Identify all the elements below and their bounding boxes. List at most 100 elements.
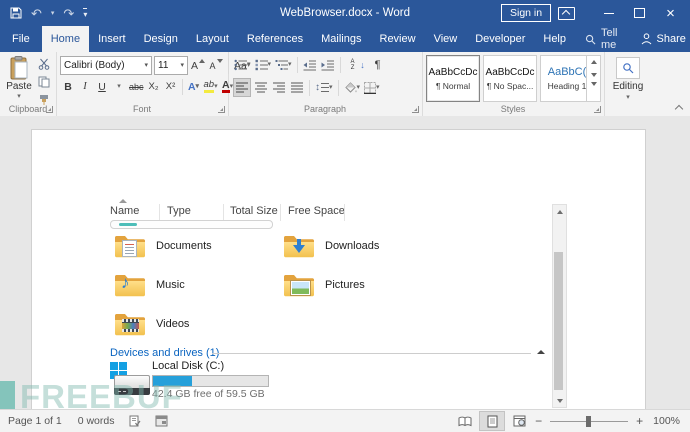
tab-references[interactable]: References [238,26,312,52]
justify-button[interactable] [289,79,305,96]
zoom-slider[interactable] [550,415,629,427]
save-icon[interactable] [10,7,22,19]
web-layout-button[interactable] [507,412,531,430]
italic-button[interactable]: I [77,78,93,95]
column-header-type[interactable]: Type [167,205,191,217]
undo-icon[interactable]: ↶ [31,7,42,20]
column-header-total-size[interactable]: Total Size [230,205,278,217]
bullets-button[interactable]: ▾ [233,56,252,73]
zoom-level[interactable]: 100% [653,415,680,427]
tab-mailings[interactable]: Mailings [312,26,370,52]
font-dialog-launcher-icon[interactable] [218,106,225,113]
superscript-button[interactable]: X² [163,78,179,95]
shading-button[interactable]: ▾ [343,79,362,96]
group-editing: Editing ▾ [604,52,652,116]
underline-button[interactable]: U [94,78,110,95]
styles-gallery-scroll [586,55,601,102]
multilevel-list-button[interactable]: ▾ [274,56,293,73]
collapse-ribbon-icon[interactable] [675,103,683,111]
freebuf-watermark: FREEBUF [0,380,183,410]
highlight-color-button[interactable]: ab ▾ [203,78,219,95]
list-item-pictures[interactable]: Pictures [283,272,365,298]
align-left-button[interactable] [233,78,251,97]
share-button[interactable]: Share [628,26,690,52]
tab-insert[interactable]: Insert [89,26,135,52]
grow-font-button[interactable]: A [190,57,206,74]
style-no-spacing[interactable]: AaBbCcDc ¶ No Spac... [483,55,537,102]
column-header-free-space[interactable]: Free Space [288,205,345,217]
caret-down-icon [216,59,223,63]
list-item-downloads[interactable]: Downloads [283,233,379,259]
paragraph-dialog-launcher-icon[interactable] [412,106,419,113]
increase-indent-button[interactable] [320,56,336,73]
bold-button[interactable]: B [60,78,76,95]
minimize-button[interactable] [593,0,624,26]
tab-home[interactable]: Home [41,26,90,52]
tab-review[interactable]: Review [371,26,425,52]
undo-dropdown-icon[interactable]: ▾ [51,10,55,17]
copy-icon[interactable] [38,76,50,88]
strikethrough-button[interactable]: abc [128,78,145,95]
shrink-font-button[interactable]: A [208,57,224,74]
tab-file[interactable]: File [0,26,42,52]
text-effects-button[interactable]: A ▾ [186,78,202,95]
borders-button[interactable]: ▾ [363,79,381,96]
local-disk-label[interactable]: Local Disk (C:) [152,360,224,372]
page-indicator[interactable]: Page 1 of 1 [8,415,62,427]
font-size-combo[interactable]: 11 ▾ [154,56,188,75]
styles-more-icon[interactable] [590,81,597,97]
zoom-in-button[interactable]: + [636,414,643,428]
tell-me-box[interactable]: Tell me [575,26,628,52]
section-header-devices[interactable]: Devices and drives (1) [110,347,219,359]
proofing-status-icon[interactable] [128,415,141,428]
cut-icon[interactable] [38,58,50,70]
column-header-name[interactable]: Name [110,205,139,217]
sort-arrow-icon: ↓ [360,59,365,70]
editing-button[interactable]: Editing ▾ [609,57,647,101]
redo-icon[interactable]: ↷ [63,7,74,20]
style-normal[interactable]: AaBbCcDc ¶ Normal [426,55,480,102]
paste-button[interactable]: Paste ▾ [3,56,35,100]
align-center-button[interactable] [253,79,269,96]
clipboard-dialog-launcher-icon[interactable] [46,106,53,113]
sign-in-button[interactable]: Sign in [501,4,552,22]
read-mode-button[interactable] [453,412,477,430]
decrease-indent-button[interactable] [302,56,318,73]
tab-developer[interactable]: Developer [466,26,534,52]
list-item-documents[interactable]: Documents [114,233,212,259]
list-item-music[interactable]: ♪ Music [114,272,185,298]
sort-ascending-icon [119,199,127,203]
subscript-button[interactable]: X₂ [146,78,162,95]
zoom-slider-thumb[interactable] [586,415,592,427]
tab-view[interactable]: View [425,26,467,52]
scroll-down-icon[interactable] [553,394,566,407]
group-styles: AaBbCcDc ¶ Normal AaBbCcDc ¶ No Spac... … [422,52,605,116]
scroll-up-icon[interactable] [553,205,566,218]
tab-design[interactable]: Design [135,26,187,52]
maximize-button[interactable] [624,0,655,26]
scrollbar-thumb[interactable] [554,252,563,390]
print-layout-button[interactable] [479,411,506,431]
line-spacing-button[interactable]: ↕ ▾ [314,79,334,96]
tab-layout[interactable]: Layout [187,26,238,52]
show-hide-marks-button[interactable]: ¶ [370,56,386,73]
underline-dropdown-icon[interactable]: ▾ [117,83,121,90]
close-button[interactable]: × [655,0,686,26]
quick-access-toolbar: ↶ ▾ ↷ ▾ [10,0,88,26]
word-count[interactable]: 0 words [78,415,115,427]
styles-scroll-up-icon[interactable] [590,60,597,65]
macro-recording-icon[interactable] [155,415,168,427]
customize-qat-icon[interactable]: ▾ [83,7,88,19]
list-scrollbar[interactable] [552,204,567,408]
word-window: ↶ ▾ ↷ ▾ WebBrowser.docx - Word Sign in ×… [0,0,690,432]
tab-help[interactable]: Help [534,26,575,52]
font-name-combo[interactable]: Calibri (Body) ▾ [60,56,152,75]
align-right-button[interactable] [271,79,287,96]
list-item-videos[interactable]: Videos [114,311,189,337]
styles-scroll-down-icon[interactable] [590,72,597,77]
numbering-button[interactable]: ▾ [254,56,273,73]
styles-dialog-launcher-icon[interactable] [594,106,601,113]
zoom-out-button[interactable]: − [535,414,542,428]
ribbon-display-options-icon[interactable] [558,7,575,20]
section-collapse-icon[interactable] [537,350,545,354]
